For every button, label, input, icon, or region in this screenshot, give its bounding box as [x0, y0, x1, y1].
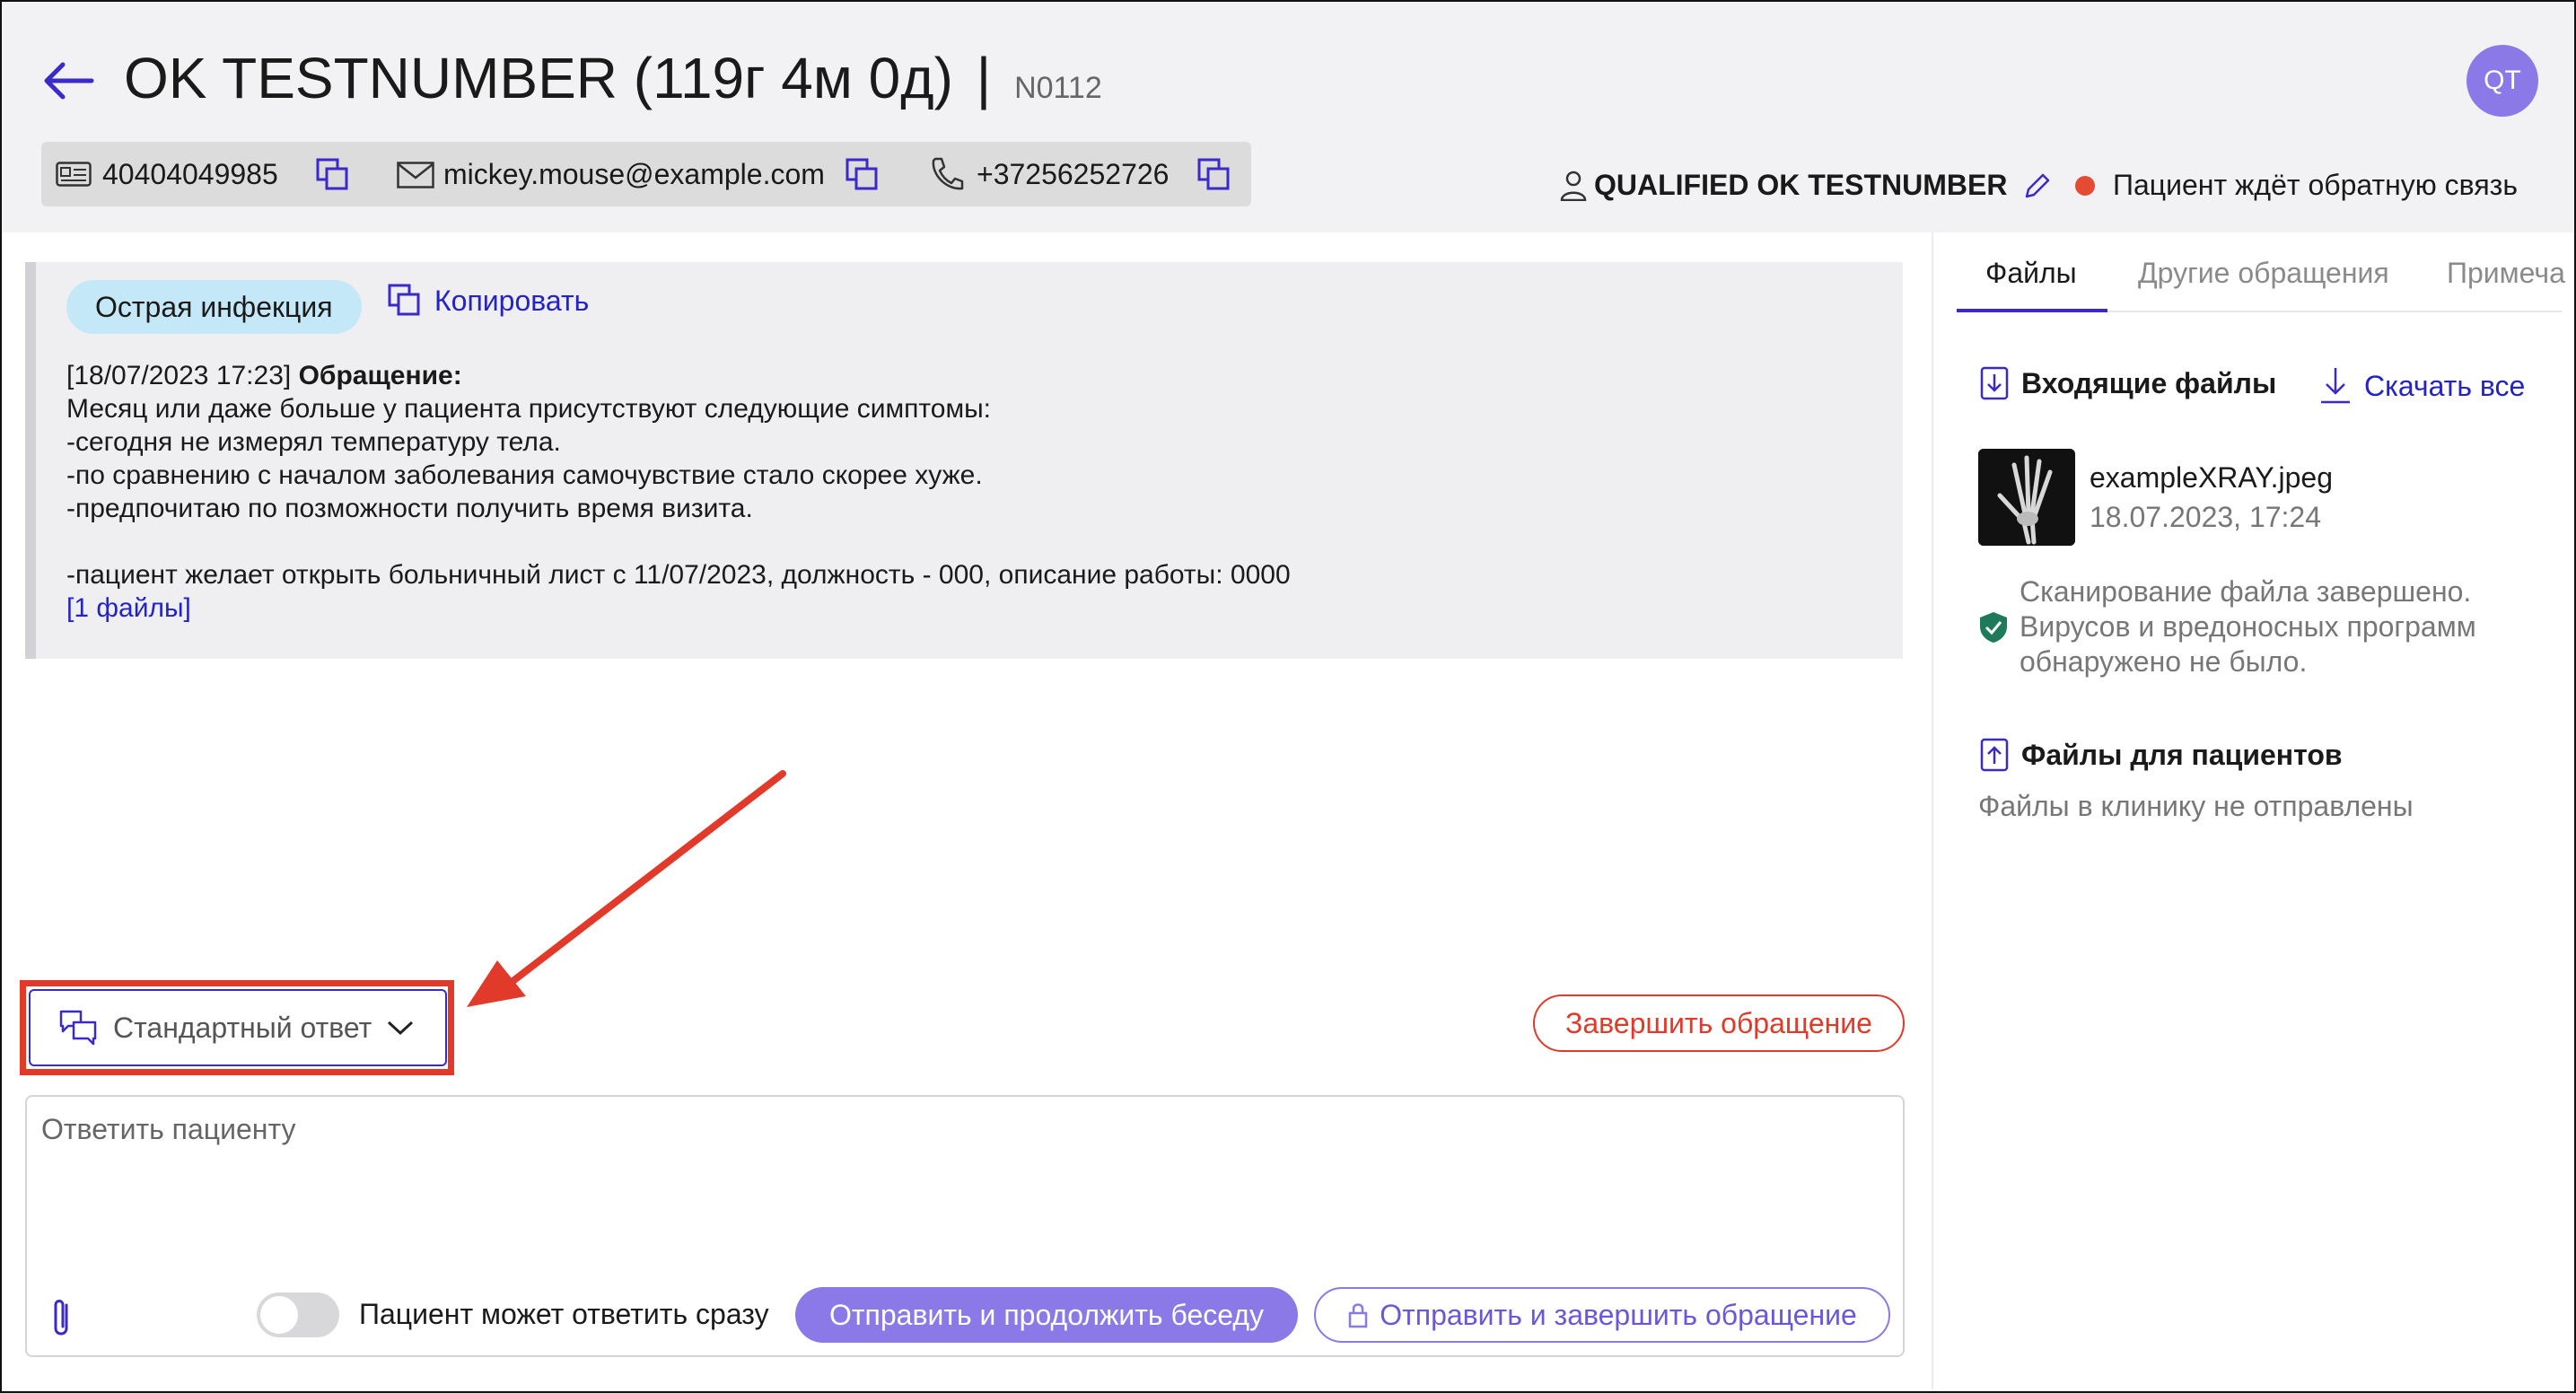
finish-case-button[interactable]: Завершить обращение	[1533, 994, 1905, 1052]
id-number: 40404049985	[102, 157, 278, 190]
send-finish-label: Отправить и завершить обращение	[1380, 1298, 1857, 1331]
status-text: Пациент ждёт обратную связь	[2113, 169, 2518, 201]
xray-hand-image	[1978, 449, 2075, 546]
message-line: -по сравнению с началом заболевания само…	[66, 460, 983, 490]
reply-immediately-toggle[interactable]	[257, 1292, 339, 1337]
download-all-button[interactable]: Скачать все	[2318, 366, 2525, 406]
xray-thumbnail[interactable]	[1978, 449, 2075, 546]
message-line: -пациент желает открыть больничный лист …	[66, 560, 1291, 590]
message-heading: Обращение:	[298, 361, 462, 390]
case-message-card: Острая инфекция Копировать [18/07/2023 1…	[25, 262, 1903, 659]
message-line: -предпочитаю по позможности получить вре…	[66, 494, 753, 523]
case-owner: QUALIFIED OK TESTNUMBER	[1560, 169, 2052, 202]
message-line: -сегодня не измерял температуру тела.	[66, 427, 561, 457]
send-continue-button[interactable]: Отправить и продолжить беседу	[795, 1287, 1298, 1343]
chevron-down-icon	[388, 1021, 414, 1036]
case-header: OK TESTNUMBER (119г 4м 0д) | N0112 QT 40…	[2, 2, 2574, 232]
shield-check-icon	[1980, 612, 2007, 643]
page-title: OK TESTNUMBER (119г 4м 0д) | N0112	[124, 45, 1102, 111]
incoming-files-label: Входящие файлы	[2021, 366, 2277, 399]
standard-reply-dropdown[interactable]: Стандартный ответ	[29, 989, 447, 1066]
copy-icon	[388, 284, 420, 316]
email-icon	[397, 162, 434, 188]
file-date: 18.07.2023, 17:24	[2090, 501, 2322, 533]
send-finish-button[interactable]: Отправить и завершить обращение	[1314, 1287, 1890, 1343]
reply-box[interactable]: Ответить пациенту Пациент может ответить…	[25, 1095, 1905, 1357]
toggle-label: Пациент может ответить сразу	[359, 1298, 769, 1330]
copy-label: Копировать	[434, 284, 590, 317]
case-message: [18/07/2023 17:23] Обращение: Месяц или …	[66, 359, 1291, 625]
back-arrow-icon[interactable]	[41, 54, 95, 108]
scan-line: Сканирование файла завершено.	[2020, 575, 2472, 608]
attached-files-link[interactable]: [1 файлы]	[66, 593, 191, 623]
patient-title: OK TESTNUMBER (119г 4м 0д)	[124, 46, 953, 110]
paperclip-icon[interactable]	[43, 1296, 79, 1341]
diagnosis-tag: Острая инфекция	[66, 280, 362, 334]
standard-reply-label: Стандартный ответ	[113, 1011, 372, 1044]
tab-other-cases[interactable]: Другие обращения	[2138, 257, 2389, 290]
copy-email-icon[interactable]	[846, 158, 880, 192]
download-all-label: Скачать все	[2364, 369, 2526, 402]
owner-name: QUALIFIED OK TESTNUMBER	[1594, 169, 2008, 201]
incoming-files-title: Входящие файлы	[1980, 366, 2276, 400]
avatar[interactable]: QT	[2466, 45, 2538, 117]
copy-id-icon[interactable]	[316, 158, 350, 192]
title-separator: |	[976, 46, 992, 110]
tab-notes[interactable]: Примеча	[2447, 257, 2565, 290]
incoming-file-icon	[1980, 366, 2009, 400]
status-dot	[2075, 175, 2095, 196]
scan-line: Вирусов и вредоносных программ	[2020, 610, 2476, 643]
status-badge: Пациент ждёт обратную связь	[2075, 169, 2518, 202]
contact-bar: 40404049985 mickey.mouse@example.com +37…	[41, 142, 1251, 206]
no-files-text: Файлы в клинику не отправлены	[1978, 790, 2414, 822]
email: mickey.mouse@example.com	[443, 157, 825, 190]
patient-files-label: Файлы для пациентов	[2021, 738, 2343, 771]
user-icon	[1560, 171, 1587, 201]
sidebar-divider	[1932, 232, 1933, 1389]
reply-placeholder: Ответить пациенту	[41, 1113, 296, 1145]
lock-icon	[1348, 1303, 1368, 1328]
active-tab-underline	[1957, 309, 2107, 312]
id-card-icon	[56, 162, 92, 187]
phone: +37256252726	[977, 157, 1170, 190]
copy-phone-icon[interactable]	[1197, 158, 1231, 192]
phone-icon	[932, 157, 964, 190]
scan-result: Сканирование файла завершено. Вирусов и …	[2020, 574, 2476, 679]
patient-files-title: Файлы для пациентов	[1980, 738, 2343, 772]
case-code: N0112	[1014, 71, 1102, 105]
tab-files[interactable]: Файлы	[1985, 257, 2077, 290]
copy-button[interactable]: Копировать	[388, 284, 589, 318]
scan-line: обнаружено не было.	[2020, 645, 2308, 678]
file-name[interactable]: exampleXRAY.jpeg	[2090, 461, 2333, 495]
message-line: Месяц или даже больше у пациента присутс…	[66, 394, 991, 424]
edit-pencil-icon[interactable]	[2023, 171, 2052, 200]
outgoing-file-icon	[1980, 738, 2009, 772]
chat-bubbles-icon	[59, 1010, 97, 1046]
message-timestamp: [18/07/2023 17:23]	[66, 361, 292, 390]
download-icon	[2321, 368, 2350, 404]
